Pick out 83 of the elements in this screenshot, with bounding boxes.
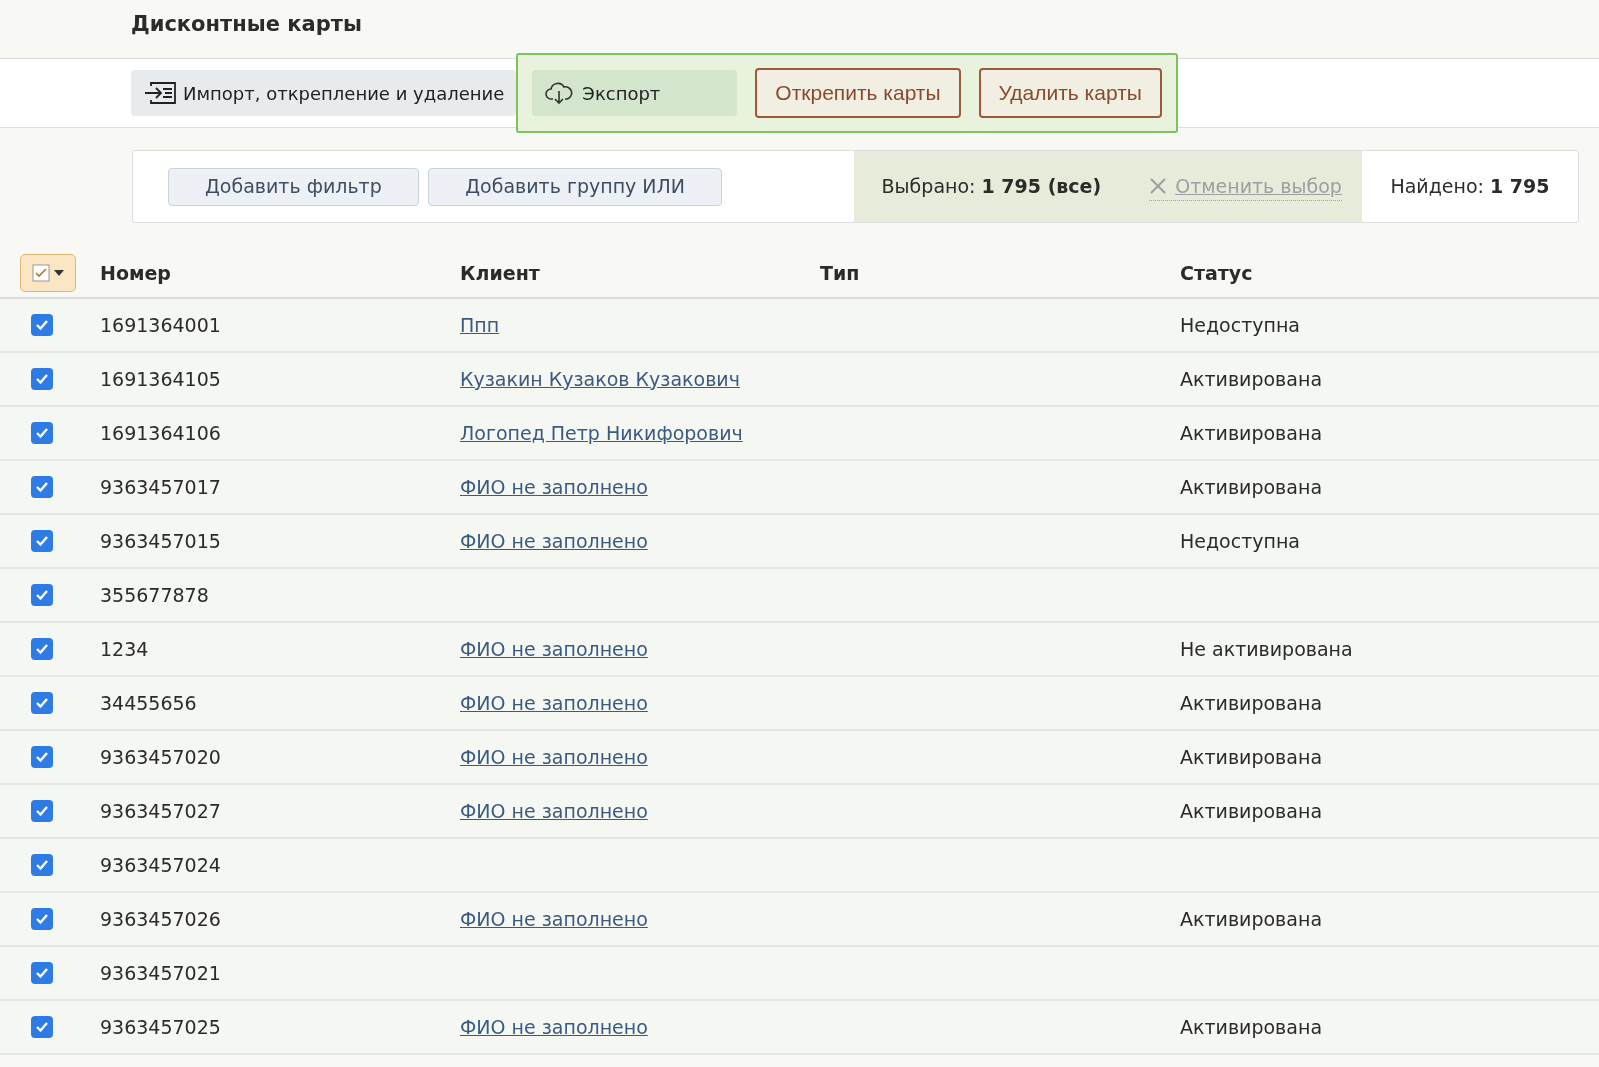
check-icon (35, 696, 49, 710)
check-icon (35, 480, 49, 494)
client-link[interactable]: Логопед Петр Никифорович (460, 421, 743, 444)
row-checkbox[interactable] (31, 908, 53, 930)
check-icon (35, 318, 49, 332)
client-link[interactable]: ФИО не заполнено (460, 691, 648, 714)
page-title: Дисконтные карты (130, 11, 363, 38)
check-icon (35, 912, 49, 926)
check-icon (35, 858, 49, 872)
check-icon (35, 804, 49, 818)
client-link[interactable]: Ппп (460, 313, 500, 336)
row-checkbox[interactable] (31, 584, 53, 606)
column-header: Статус (1180, 260, 1254, 286)
client-link[interactable]: ФИО не заполнено (460, 475, 648, 498)
card-number: 9363457026 (100, 907, 221, 930)
row-checkbox[interactable] (31, 368, 53, 390)
column-header: Клиент (460, 260, 541, 286)
select-all-checkbox[interactable] (20, 254, 76, 292)
card-status: Активирована (1180, 421, 1323, 444)
client-link[interactable]: ФИО не заполнено (460, 637, 648, 660)
unpin-cards-button[interactable]: Открепить карты (755, 68, 961, 118)
found-count: Найдено: 1 795 (1390, 174, 1550, 200)
row-checkbox[interactable] (31, 314, 53, 336)
card-number: 1234 (100, 637, 149, 660)
card-status: Активирована (1180, 475, 1323, 498)
row-checkbox[interactable] (31, 530, 53, 552)
card-status: Активирована (1180, 691, 1323, 714)
card-number: 9363457017 (100, 475, 221, 498)
checked-box-icon (32, 264, 50, 282)
card-status: Недоступна (1180, 313, 1300, 336)
card-number: 9363457020 (100, 745, 221, 768)
card-status: Активирована (1180, 799, 1323, 822)
row-checkbox[interactable] (31, 476, 53, 498)
column-header: Тип (820, 260, 861, 286)
card-status: Активирована (1180, 907, 1323, 930)
import-button[interactable]: Импорт, открепление и удаление (131, 70, 517, 116)
card-number: 9363457015 (100, 529, 221, 552)
card-number: 9363457024 (100, 853, 221, 876)
row-checkbox[interactable] (31, 638, 53, 660)
card-status: Активирована (1180, 1015, 1323, 1038)
check-icon (35, 426, 49, 440)
card-number: 1691364106 (100, 421, 221, 444)
cloud-download-icon (544, 81, 575, 105)
row-checkbox[interactable] (31, 854, 53, 876)
card-status: Недоступна (1180, 529, 1300, 552)
card-number: 1691364001 (100, 313, 221, 336)
card-number: 9363457027 (100, 799, 221, 822)
check-icon (35, 534, 49, 548)
card-number: 34455656 (100, 691, 197, 714)
check-icon (35, 1020, 49, 1034)
client-link[interactable]: ФИО не заполнено (460, 799, 648, 822)
column-header: Номер (100, 260, 172, 286)
card-number: 9363457025 (100, 1015, 221, 1038)
card-status: Активирована (1180, 745, 1323, 768)
client-link[interactable]: ФИО не заполнено (460, 745, 648, 768)
row-checkbox[interactable] (31, 746, 53, 768)
card-number: 9363457021 (100, 961, 221, 984)
check-icon (35, 372, 49, 386)
check-icon (35, 588, 49, 602)
caret-icon (54, 270, 64, 276)
client-link[interactable]: Кузакин Кузаков Кузакович (460, 367, 740, 390)
row-checkbox[interactable] (31, 422, 53, 444)
delete-cards-button[interactable]: Удалить карты (978, 68, 1162, 118)
client-link[interactable]: ФИО не заполнено (460, 907, 648, 930)
row-checkbox[interactable] (31, 1016, 53, 1038)
card-status: Не активирована (1180, 637, 1353, 660)
row-checkbox[interactable] (31, 800, 53, 822)
client-link[interactable]: ФИО не заполнено (460, 1015, 648, 1038)
check-icon (35, 642, 49, 656)
client-link[interactable]: ФИО не заполнено (460, 529, 648, 552)
check-icon (35, 966, 49, 980)
add-or-group-button[interactable]: Добавить группу ИЛИ (428, 167, 723, 206)
import-icon (143, 81, 177, 105)
add-filter-button[interactable]: Добавить фильтр (168, 167, 419, 206)
check-icon (35, 750, 49, 764)
row-checkbox[interactable] (31, 962, 53, 984)
card-number: 355677878 (100, 583, 209, 606)
card-status: Активирована (1180, 367, 1323, 390)
card-number: 1691364105 (100, 367, 221, 390)
export-button[interactable]: Экспорт (532, 70, 738, 116)
close-icon (1149, 177, 1168, 195)
selected-count: Выбрано: 1 795 (все) (881, 174, 1102, 200)
row-checkbox[interactable] (31, 692, 53, 714)
